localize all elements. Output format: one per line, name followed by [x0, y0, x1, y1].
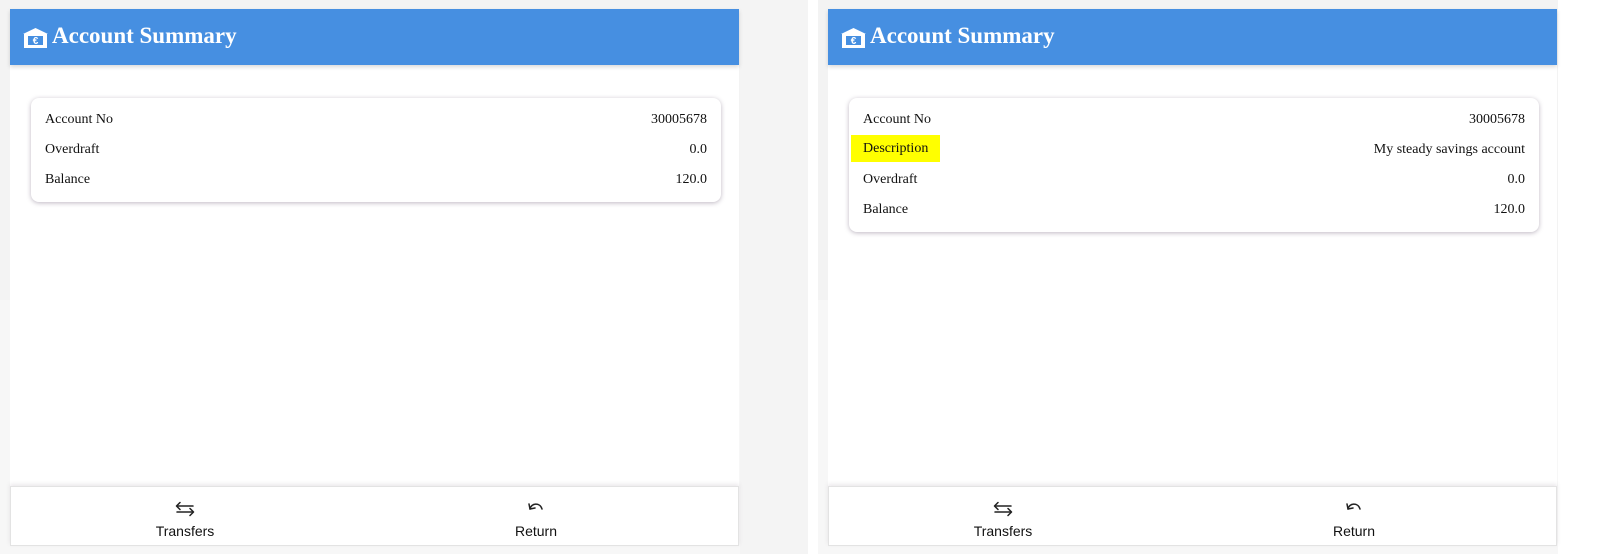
page-title: Account Summary — [870, 23, 1055, 48]
detail-row-balance: Balance 120.0 — [31, 165, 721, 195]
detail-value: My steady savings account — [1373, 142, 1525, 157]
detail-label-highlighted: Description — [851, 135, 941, 162]
detail-value: 120.0 — [675, 172, 708, 187]
transfer-arrows-icon — [95, 498, 275, 520]
svg-text:€: € — [851, 36, 857, 47]
detail-row-description: Description My steady savings account — [849, 135, 1539, 165]
account-summary-screen-after: € Account Summary Account No 30005678 De… — [818, 0, 1558, 554]
nav-transfers-button[interactable]: Transfers — [95, 487, 275, 547]
app-header: € Account Summary — [10, 9, 739, 65]
app-frame: € Account Summary Account No 30005678 De… — [828, 9, 1557, 546]
nav-label: Transfers — [155, 523, 215, 539]
account-details-card: Account No 30005678 Overdraft 0.0 Balanc… — [31, 98, 721, 202]
nav-transfers-button[interactable]: Transfers — [913, 487, 1093, 547]
app-header: € Account Summary — [828, 9, 1557, 65]
detail-label: Account No — [45, 112, 114, 127]
svg-text:€: € — [33, 36, 39, 47]
bank-icon: € — [23, 28, 48, 48]
detail-label: Overdraft — [863, 172, 918, 187]
detail-row-account-no: Account No 30005678 — [849, 105, 1539, 135]
bottom-nav: Transfers Return — [828, 486, 1557, 546]
detail-value: 30005678 — [651, 112, 707, 127]
nav-label: Transfers — [973, 523, 1033, 539]
detail-label: Balance — [863, 202, 909, 217]
detail-row-overdraft: Overdraft 0.0 — [31, 135, 721, 165]
detail-row-balance: Balance 120.0 — [849, 195, 1539, 225]
nav-label: Return — [514, 523, 558, 539]
undo-arrow-icon — [446, 498, 626, 520]
detail-label: Overdraft — [45, 142, 100, 157]
detail-label: Account No — [863, 112, 932, 127]
detail-row-account-no: Account No 30005678 — [31, 105, 721, 135]
bottom-nav: Transfers Return — [10, 486, 739, 546]
undo-arrow-icon — [1264, 498, 1444, 520]
account-summary-screen-before: € Account Summary Account No 30005678 Ov… — [0, 0, 740, 554]
detail-value: 0.0 — [1507, 172, 1526, 187]
nav-label: Return — [1332, 523, 1376, 539]
nav-return-button[interactable]: Return — [446, 487, 626, 547]
account-details-card: Account No 30005678 Description My stead… — [849, 98, 1539, 232]
transfer-arrows-icon — [913, 498, 1093, 520]
detail-label: Balance — [45, 172, 91, 187]
detail-value: 30005678 — [1469, 112, 1525, 127]
bank-icon: € — [841, 28, 866, 48]
detail-value: 0.0 — [689, 142, 708, 157]
app-frame: € Account Summary Account No 30005678 Ov… — [10, 9, 739, 546]
page-title: Account Summary — [52, 23, 237, 48]
detail-row-overdraft: Overdraft 0.0 — [849, 165, 1539, 195]
nav-return-button[interactable]: Return — [1264, 487, 1444, 547]
detail-value: 120.0 — [1493, 202, 1526, 217]
